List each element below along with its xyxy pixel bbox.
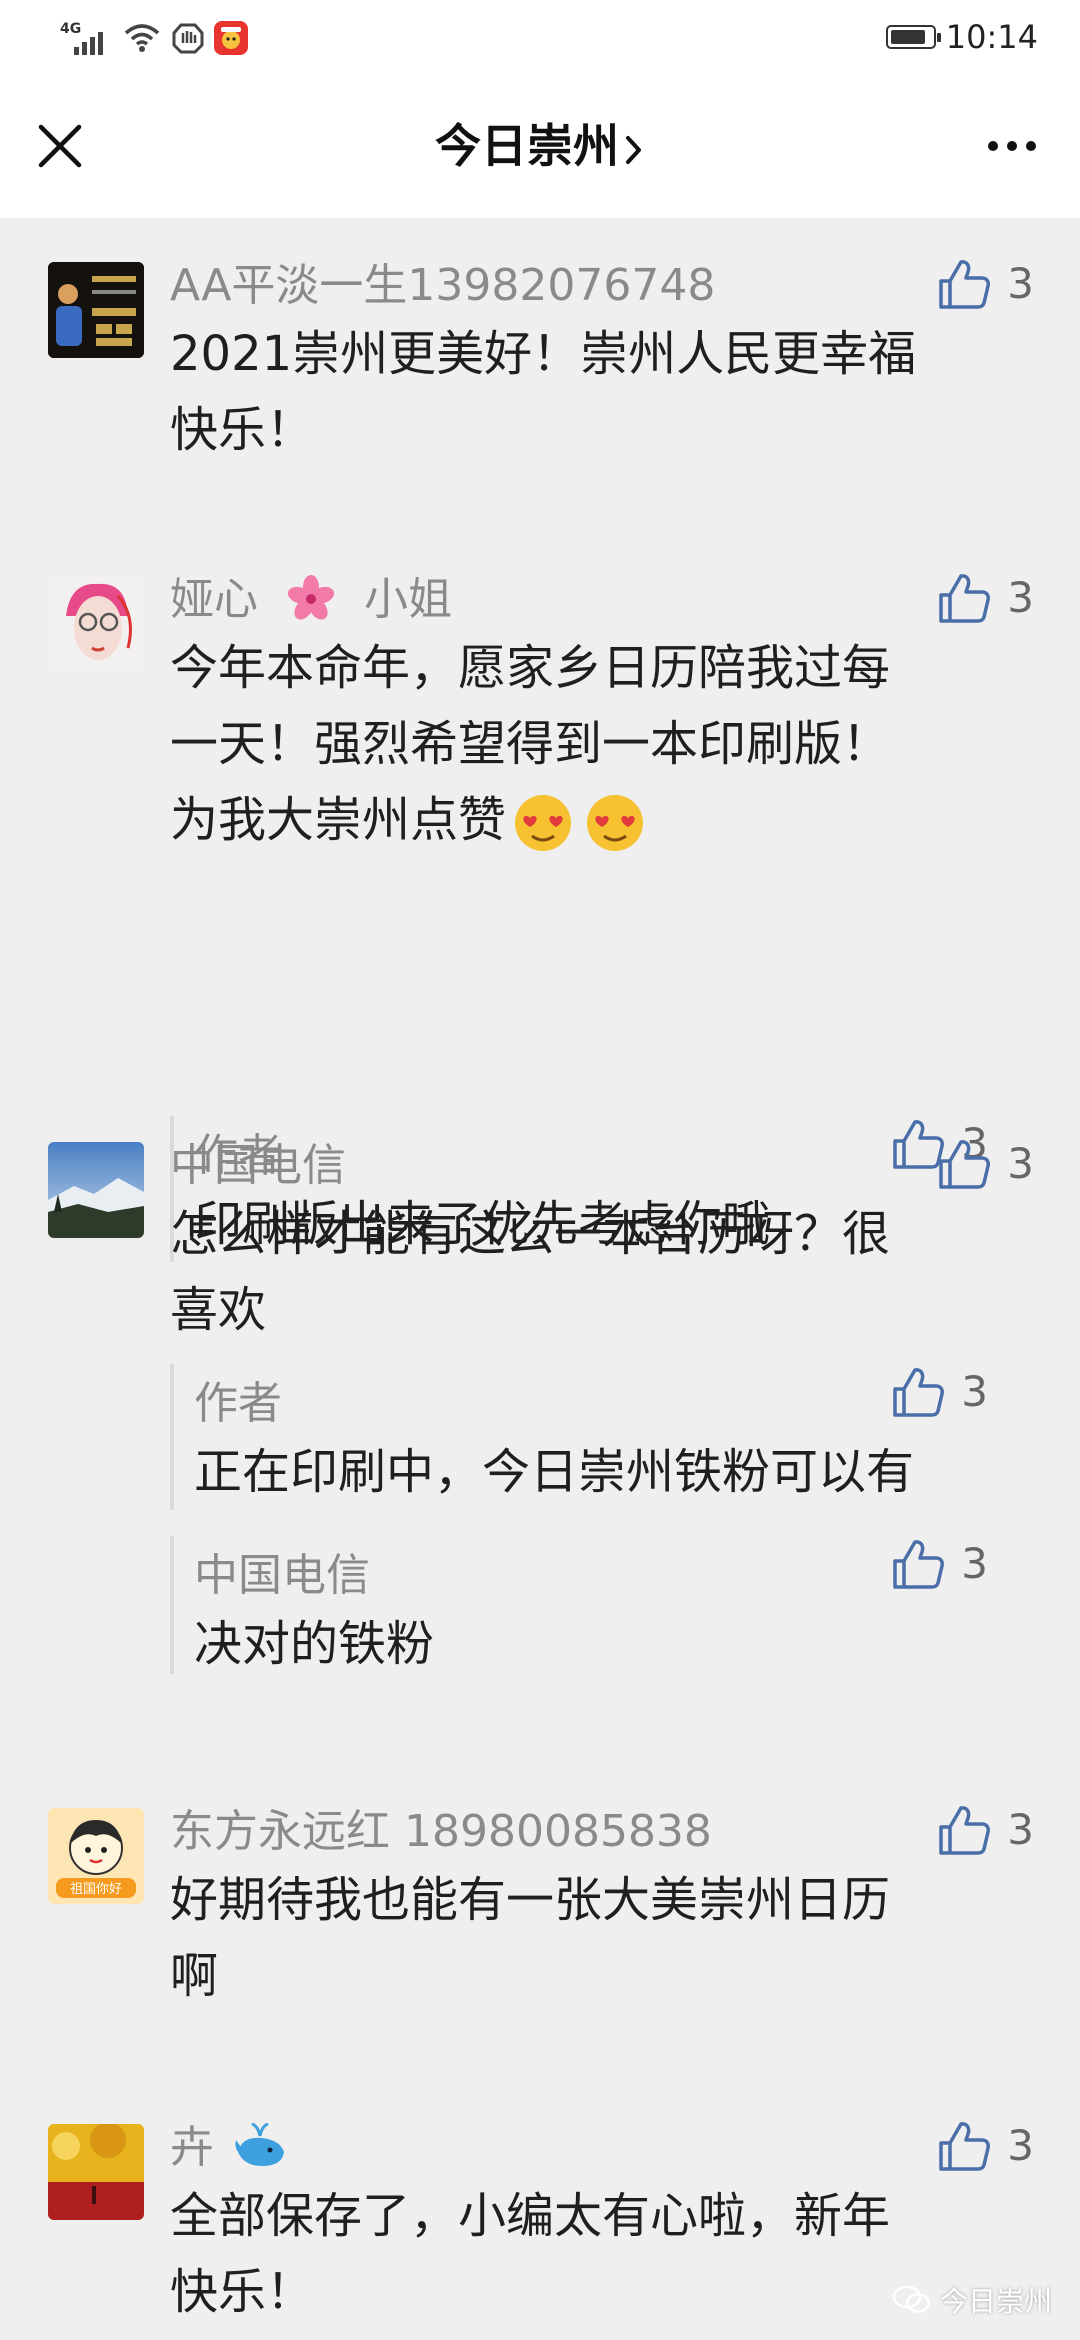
avatar[interactable]: 祖国你好 (48, 1808, 144, 1904)
wifi-icon (124, 24, 160, 52)
like-button[interactable]: 3 (937, 1802, 1034, 1858)
comment-text: 怎么样才能有这么一本台历呀？很 喜欢 (170, 1196, 1030, 1348)
whale-icon (235, 2122, 284, 2166)
comment-text: 今年本命年，愿家乡日历陪我过每 一天！强烈希望得到一本印刷版！ 为我大崇州点赞 (170, 630, 1030, 858)
like-button[interactable]: 3 (891, 1364, 988, 1420)
like-count: 3 (961, 1539, 988, 1588)
page-title: 今日崇州 (435, 119, 619, 173)
comment-line: 喜欢 (170, 1282, 267, 1338)
thumbs-up-icon (893, 1368, 945, 1417)
avatar[interactable] (48, 1142, 144, 1238)
thumbs-up-icon (893, 1540, 945, 1589)
comment-item: 中国电信 怎么样才能有这么一本台历呀？很 喜欢 3 作者 正在印刷中，今日崇州铁… (0, 1136, 1080, 1674)
status-bar: 4G 10:14 (0, 0, 1080, 74)
commenter-name: 中国电信 (170, 1140, 346, 1191)
like-button[interactable]: 3 (891, 1536, 988, 1592)
title-bar: 今日崇州 (0, 74, 1080, 218)
like-count: 3 (1007, 2121, 1034, 2170)
wechat-icon (892, 2285, 931, 2313)
svg-text:祖国你好: 祖国你好 (70, 1882, 122, 1897)
clock: 10:14 (945, 18, 1038, 56)
account-title-link[interactable]: 今日崇州 (0, 118, 1080, 174)
comment-line: 2021崇州更美好！崇州人民更幸福 (170, 326, 917, 382)
comment-line: 一天！强烈希望得到一本印刷版！ (170, 716, 891, 772)
avatar[interactable] (48, 576, 144, 672)
avatar[interactable] (48, 2124, 144, 2220)
like-button[interactable]: 3 (937, 1136, 1034, 1192)
comment-line: 怎么样才能有这么一本台历呀？很 (170, 1206, 891, 1262)
thumbs-up-icon (939, 2122, 991, 2171)
comment-item: 娅心 小姐 今年本命年，愿家乡日历陪我过每 一天！强烈希望得到一本印刷版！ 为我… (0, 570, 1080, 1262)
comment-line-text: 为我大崇州点赞 (170, 792, 507, 848)
commenter-name: AA平淡一生13982076748 (170, 260, 716, 311)
like-button[interactable]: 3 (937, 2118, 1034, 2174)
battery-icon (885, 25, 941, 49)
cellular-signal-icon: 4G (60, 21, 112, 55)
suning-app-icon (214, 21, 248, 55)
comment-item: AA平淡一生13982076748 2021崇州更美好！崇州人民更幸福 快乐！ … (0, 256, 1080, 468)
like-count: 3 (1007, 259, 1034, 308)
more-dot (1026, 141, 1036, 151)
heart-eyes-emoji-icon (587, 795, 644, 851)
like-count: 3 (1007, 573, 1034, 622)
commenter-name-text: 卉 (170, 2122, 214, 2173)
more-dot (988, 141, 998, 151)
reply-text: 正在印刷中，今日崇州铁粉可以有 (194, 1444, 915, 1500)
comment-text: 好期待我也能有一张大美崇州日历 啊 (170, 1862, 1030, 2014)
more-dot (1007, 141, 1017, 151)
account-watermark: 今日崇州 (892, 2280, 1052, 2320)
comment-text: 2021崇州更美好！崇州人民更幸福 快乐！ (170, 316, 1030, 468)
reply-text: 决对的铁粉 (194, 1616, 435, 1672)
thumbs-up-icon (939, 574, 991, 623)
comment-line: 好期待我也能有一张大美崇州日历 (170, 1872, 891, 1928)
comment-line: 啊 (170, 1948, 219, 2004)
like-count: 3 (961, 1367, 988, 1416)
cherry-blossom-icon (287, 575, 335, 620)
more-options-button[interactable] (972, 118, 1052, 174)
commenter-name-suffix: 小姐 (364, 574, 452, 625)
comment-line: 为我大崇州点赞 (170, 782, 1030, 858)
thumbs-up-icon (939, 1806, 991, 1855)
heart-eyes-emoji-icon (515, 795, 572, 851)
like-count: 3 (1007, 1139, 1034, 1188)
hand-icon (172, 23, 204, 54)
comment-line: 今年本命年，愿家乡日历陪我过每 (170, 640, 891, 696)
commenter-name-text: 娅心 (170, 574, 258, 625)
commenter-name: 娅心 小姐 (170, 570, 1030, 630)
like-count: 3 (1007, 1805, 1034, 1854)
comment-item: 祖国你好 东方永远红 18980085838 好期待我也能有一张大美崇州日历 啊… (0, 1802, 1080, 2014)
like-button[interactable]: 3 (937, 256, 1034, 312)
author-reply: 作者 正在印刷中，今日崇州铁粉可以有 3 (170, 1364, 1034, 1510)
watermark-text: 今日崇州 (939, 2285, 1052, 2318)
thumbs-up-icon (939, 260, 991, 309)
user-reply: 中国电信 决对的铁粉 3 (170, 1536, 1034, 1674)
chevron-right-icon (626, 135, 641, 164)
commenter-name: 东方永远红 18980085838 (170, 1806, 712, 1857)
comment-line: 快乐！ (170, 402, 315, 458)
commenter-name: 卉 (170, 2118, 1030, 2178)
avatar[interactable] (48, 262, 144, 358)
thumbs-up-icon (939, 1140, 991, 1189)
comment-line: 全部保存了，小编太有心啦，新年 (170, 2188, 891, 2244)
like-button[interactable]: 3 (937, 570, 1034, 626)
